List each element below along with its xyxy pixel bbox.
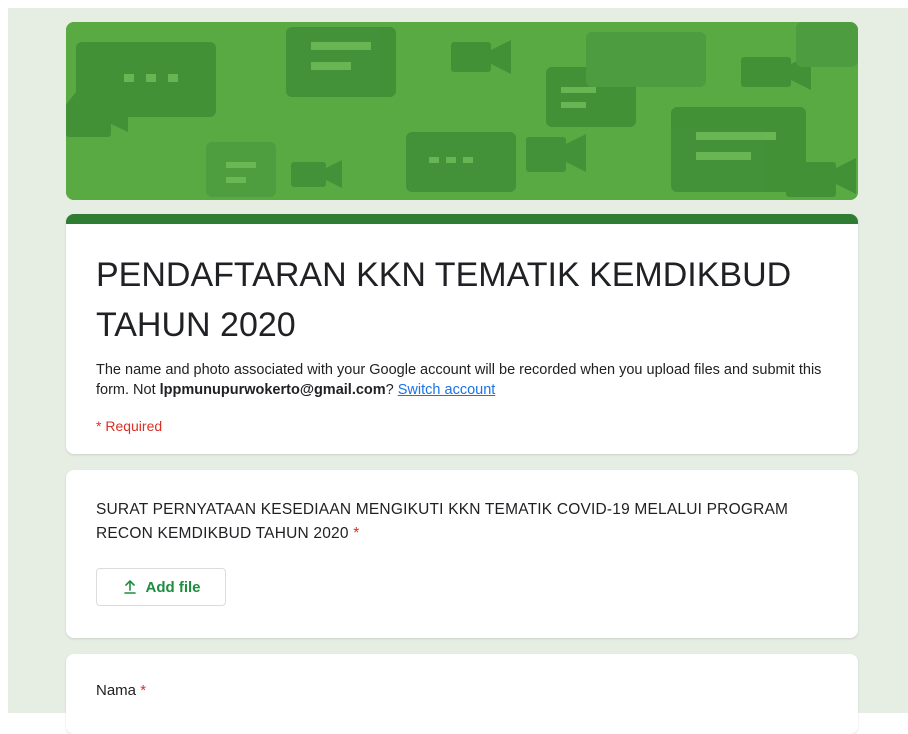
question-card-surat-pernyataan: SURAT PERNYATAAN KESEDIAAN MENGIKUTI KKN… (66, 470, 858, 638)
form-header-card: PENDAFTARAN KKN TEMATIK KEMDIKBUD TAHUN … (66, 214, 858, 454)
header-banner-image (66, 22, 858, 200)
upload-icon (122, 579, 138, 595)
question-title: Nama * (96, 682, 146, 699)
account-email: lppmunupurwokerto@gmail.com (159, 382, 386, 398)
add-file-label: Add file (145, 578, 201, 596)
switch-account-link[interactable]: Switch account (398, 382, 496, 398)
question-text: Nama (96, 682, 137, 699)
question-title: SURAT PERNYATAAN KESEDIAAN MENGIKUTI KKN… (96, 498, 836, 546)
description-suffix: ? (385, 382, 398, 398)
add-file-button[interactable]: Add file (96, 568, 226, 606)
form-description: The name and photo associated with your … (96, 360, 836, 400)
required-note: * Required (96, 418, 163, 434)
required-asterisk: * (140, 682, 147, 699)
form-title: PENDAFTARAN KKN TEMATIK KEMDIKBUD TAHUN … (96, 256, 792, 344)
question-text: SURAT PERNYATAAN KESEDIAAN MENGIKUTI KKN… (96, 501, 789, 542)
question-card-nama: Nama * (66, 654, 858, 734)
required-asterisk: * (353, 525, 360, 542)
